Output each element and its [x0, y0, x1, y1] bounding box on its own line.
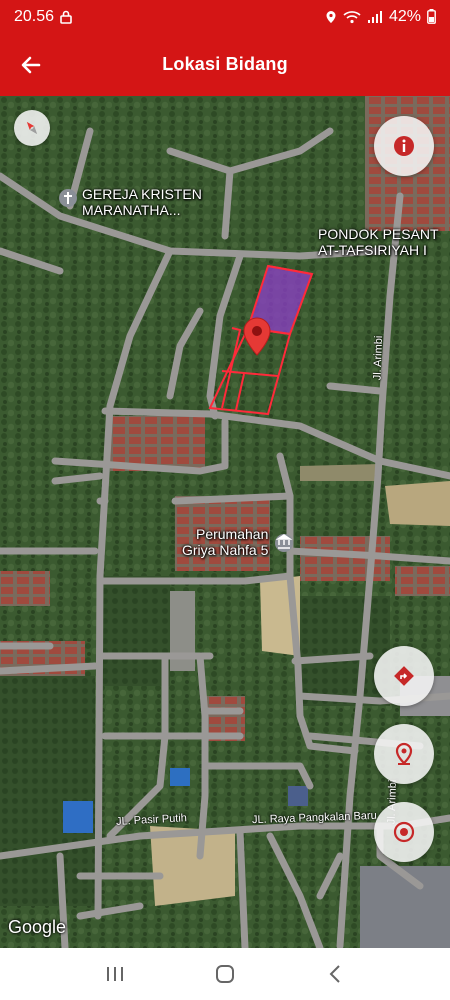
status-left: 20.56	[14, 8, 72, 26]
poi-label-line: Griya Nahfa 5	[182, 542, 269, 558]
poi-label-perumahan[interactable]: Perumahan Griya Nahfa 5	[182, 526, 268, 558]
cleared-land	[300, 464, 380, 481]
poi-label-line: PONDOK PESANT	[318, 226, 439, 242]
battery-level: 42%	[388, 7, 421, 25]
plantation-area	[100, 576, 170, 686]
compass-button[interactable]	[14, 110, 50, 146]
satellite-map[interactable]: GEREJA KRISTEN MARANATHA... PONDOK PESAN…	[0, 96, 450, 948]
directions-icon	[394, 666, 414, 686]
status-time: 20.56	[14, 7, 55, 25]
poi-label-line: Perumahan	[195, 526, 269, 542]
location-pin-button[interactable]	[374, 724, 434, 784]
status-bar: 20.56 42%	[0, 0, 450, 33]
my-location-button[interactable]	[374, 802, 434, 862]
home-button[interactable]	[205, 954, 245, 994]
plantation-area	[0, 676, 95, 906]
location-icon	[325, 10, 337, 24]
church-icon[interactable]	[59, 189, 77, 207]
compass-icon	[26, 121, 38, 135]
back-button[interactable]	[315, 954, 355, 994]
poi-label-line: AT-TAFSIRIYAH I	[318, 242, 427, 258]
building-roof	[63, 801, 93, 833]
app-bar: Lokasi Bidang	[0, 33, 450, 96]
system-nav-bar	[0, 948, 450, 1000]
poi-label-church[interactable]: GEREJA KRISTEN MARANATHA...	[82, 186, 202, 218]
google-attribution: Google	[8, 917, 67, 937]
status-right: 42%	[325, 8, 436, 26]
info-button[interactable]	[374, 116, 434, 176]
battery-icon	[427, 9, 436, 24]
poi-label-line: GEREJA KRISTEN	[82, 186, 202, 202]
home-icon	[216, 965, 234, 983]
poi-label-pondok[interactable]: PONDOK PESANT AT-TAFSIRIYAH I	[318, 226, 439, 258]
directions-button[interactable]	[374, 646, 434, 706]
cleared-land	[385, 481, 450, 526]
target-icon	[393, 821, 415, 843]
recent-apps-button[interactable]	[95, 954, 135, 994]
road-label: Jl. Arimbi	[371, 335, 386, 381]
signal-icon	[367, 10, 383, 24]
info-icon	[394, 136, 414, 156]
recent-apps-icon	[107, 967, 123, 981]
back-chevron-icon	[329, 965, 340, 983]
lock-icon	[60, 10, 72, 24]
page-title: Lokasi Bidang	[162, 54, 288, 74]
building-roof	[288, 786, 308, 806]
housing-block	[0, 571, 50, 606]
housing-block	[395, 566, 450, 596]
building-roof	[170, 768, 190, 786]
poi-label-line: MARANATHA...	[82, 202, 181, 218]
back-arrow-icon[interactable]	[18, 52, 44, 78]
landmark-icon[interactable]	[275, 534, 293, 552]
wifi-icon	[343, 10, 361, 24]
pin-icon	[395, 742, 413, 765]
